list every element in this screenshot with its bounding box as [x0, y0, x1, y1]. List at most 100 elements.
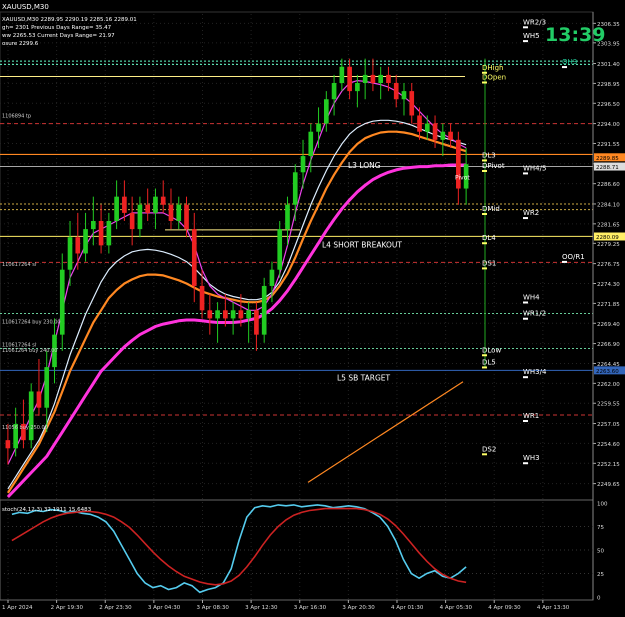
price-tick-label: 2296.50: [597, 102, 620, 108]
candle-body: [191, 229, 197, 286]
time-tick-label: 4 Apr 09:30: [488, 605, 521, 611]
candle-body: [137, 204, 143, 230]
level-label: DHigh: [482, 64, 503, 72]
time-tick-label: 3 Apr 16:30: [294, 605, 327, 611]
candle-body: [393, 83, 399, 100]
price-tick-label: 2276.75: [597, 262, 620, 268]
candle-body: [114, 196, 119, 221]
candle-body: [36, 391, 42, 408]
info-line-1: XAUUSD,M30 2289.95 2290.19 2285.16 2289.…: [2, 17, 137, 23]
time-tick-label: 3 Apr 08:30: [196, 605, 229, 611]
level-marker: [562, 66, 567, 69]
candle-body: [168, 204, 174, 221]
price-tick-label: 2281.65: [597, 222, 620, 228]
level-label: WR2/3: [523, 18, 546, 26]
stoch-tick-label: 100: [597, 502, 608, 508]
level-label: WH3: [523, 454, 540, 462]
price-tick-label: 2301.40: [597, 62, 620, 68]
level-marker: [523, 301, 528, 304]
level-marker: [523, 217, 528, 220]
level-marker: [482, 354, 487, 357]
candle-body: [184, 204, 189, 230]
level-label: WR1: [523, 412, 539, 420]
trade-label: 1106894 tp: [2, 113, 31, 119]
price-tick-label: 2298.95: [597, 82, 620, 88]
level-marker: [523, 26, 528, 29]
candle-body: [277, 229, 283, 270]
candle-body: [347, 66, 352, 92]
level-label: DMid: [482, 205, 500, 213]
level-marker: [482, 242, 487, 245]
time-tick-label: 3 Apr 20:30: [342, 605, 375, 611]
clock: 13:39: [545, 24, 605, 46]
stoch-tick-label: 0: [597, 596, 601, 602]
price-tick-label: 2274.30: [597, 282, 620, 288]
price-tick-label: 2286.60: [597, 182, 620, 188]
price-tick-label: 2291.55: [597, 142, 620, 148]
price-badge-label: 2288.71: [596, 165, 619, 171]
price-badge-label: 2263.60: [596, 369, 619, 375]
price-tick-label: 2259.55: [597, 402, 620, 408]
level-label: DS2: [482, 445, 496, 453]
candle-body: [83, 229, 88, 254]
price-tick-label: 2266.90: [597, 342, 620, 348]
price-tick-label: 2269.40: [597, 322, 620, 328]
time-tick-label: 4 Apr 13:30: [537, 605, 570, 611]
candle-body: [246, 310, 251, 319]
candle-body: [90, 221, 96, 230]
candle-body: [153, 196, 158, 213]
stoch-tick-label: 50: [597, 549, 604, 555]
price-tick-label: 2279.25: [597, 242, 620, 248]
candle-body: [238, 310, 244, 319]
candle-body: [176, 204, 182, 221]
candle-body: [370, 74, 376, 83]
level-label: OO/R1: [562, 253, 585, 261]
trade-label: 110617264 sl: [2, 262, 36, 268]
stoch-tick-label: 25: [597, 572, 604, 578]
candle-body: [355, 83, 360, 92]
candle-body: [339, 66, 345, 83]
candle-body: [254, 310, 259, 335]
annotation-label: Pivot: [455, 174, 470, 181]
level-marker: [482, 366, 487, 369]
candle-body: [292, 172, 298, 205]
price-tick-label: 2262.00: [597, 382, 620, 388]
level-label: WR2: [523, 209, 539, 217]
candle-body: [106, 221, 112, 246]
trade-label: 110617264 buy 230.00: [2, 320, 61, 326]
annotation-label: L4 SHORT BREAKOUT: [322, 241, 402, 250]
candle-body: [308, 131, 314, 157]
level-label: WR1/2: [523, 310, 546, 318]
time-tick-label: 1 Apr 2024: [2, 605, 33, 611]
level-label: DLow: [482, 346, 501, 354]
time-tick-label: 2 Apr 23:30: [99, 605, 132, 611]
chart-window: WR2/3 WH5 OH3 DHigh DOpen DL3 DPivot WH4/5 DMid W…: [0, 0, 625, 613]
level-marker: [482, 453, 487, 456]
candle-body: [160, 196, 166, 205]
candle-body: [269, 269, 275, 286]
time-tick-label: 4 Apr 01:30: [391, 605, 424, 611]
level-label: DL4: [482, 234, 496, 242]
candle-body: [448, 131, 453, 140]
candle-body: [67, 237, 73, 270]
time-tick-label: 4 Apr 05:30: [440, 605, 473, 611]
stoch-tick-label: 75: [597, 525, 604, 531]
trade-label: 11061264 buy 240.00: [2, 348, 57, 354]
candle-body: [199, 285, 205, 311]
level-label: DPivot: [482, 162, 505, 170]
info-line-4: osure 2299.6: [2, 41, 39, 47]
level-marker: [523, 172, 528, 175]
info-line-2: gh= 2301 Previous Days Range= 35.47: [2, 25, 112, 31]
candle-body: [28, 391, 34, 441]
time-tick-label: 2 Apr 19:30: [51, 605, 84, 611]
candle-body: [44, 367, 50, 408]
level-label: OH3: [562, 58, 577, 66]
price-badge-label: 2289.85: [596, 156, 619, 162]
candle-body: [98, 221, 104, 246]
candle-body: [122, 196, 127, 213]
time-tick-label: 3 Apr 04:30: [148, 605, 181, 611]
candle-body: [323, 99, 329, 124]
price-tick-label: 2294.00: [597, 122, 620, 128]
candle-body: [215, 310, 220, 319]
level-label: WH4/5: [523, 164, 546, 172]
